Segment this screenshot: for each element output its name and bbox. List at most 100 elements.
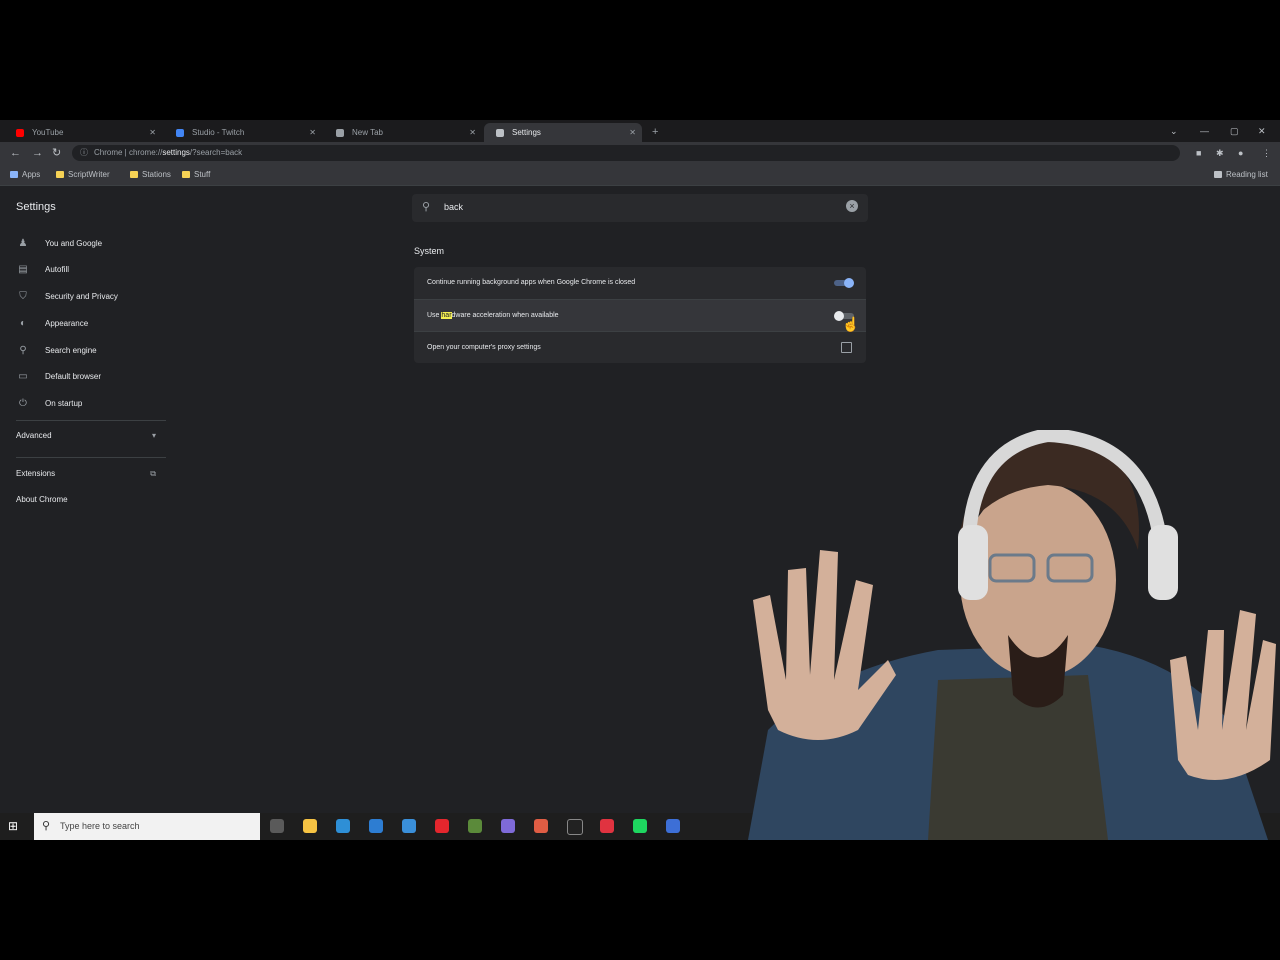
tab-title: YouTube <box>32 128 64 137</box>
reading-list-icon <box>1214 171 1222 178</box>
bookmark-label: Reading list <box>1226 170 1268 179</box>
address-suffix: /?search=back <box>189 148 243 157</box>
back-arrow-icon[interactable]: ← <box>10 145 21 161</box>
sidebar-item-default-browser[interactable]: ▭ Default browser <box>16 368 166 386</box>
external-link-icon: ⧉ <box>150 469 156 478</box>
chevron-down-icon: ▾ <box>151 431 156 440</box>
bookmark-label: Stuff <box>194 170 211 179</box>
close-icon[interactable]: ✕ <box>309 123 316 142</box>
mouse-cursor: ☝ <box>842 316 860 332</box>
address-bar[interactable]: ⓘ Chrome | chrome://settings/?search=bac… <box>72 145 1180 161</box>
file-explorer-icon[interactable] <box>303 819 317 833</box>
tab-twitch[interactable]: Studio - Twitch ✕ <box>164 123 322 142</box>
webcam-overlay <box>748 430 1276 840</box>
minimize-icon[interactable]: — <box>1200 123 1209 139</box>
sidebar-extensions[interactable]: Extensions ⧉ <box>16 466 162 482</box>
spotify-icon[interactable] <box>633 819 647 833</box>
close-icon[interactable]: ✕ <box>469 123 476 142</box>
windows-start-icon[interactable]: ⊞ <box>8 819 18 833</box>
background-apps-toggle[interactable] <box>834 278 854 288</box>
bookmark-scriptwriter[interactable]: ScriptWriter <box>56 167 110 182</box>
reload-icon[interactable]: ↻ <box>52 145 61 161</box>
sidebar-item-search-engine[interactable]: ⚲ Search engine <box>16 342 166 360</box>
minecraft-icon[interactable] <box>468 819 482 833</box>
opera-icon[interactable] <box>435 819 449 833</box>
maximize-icon[interactable]: ▢ <box>1230 123 1239 139</box>
chrome-icon[interactable] <box>534 819 548 833</box>
apps-grid-icon <box>10 171 18 178</box>
setting-label-text: Continue running background apps when Go… <box>427 279 636 286</box>
sidebar-item-label: Extensions <box>16 469 56 478</box>
profile-avatar[interactable]: ● <box>1238 146 1243 160</box>
tab-new[interactable]: New Tab ✕ <box>324 123 482 142</box>
bookmark-stuff[interactable]: Stuff <box>182 167 210 182</box>
tab-title: Settings <box>512 128 541 137</box>
sidebar-item-autofill[interactable]: ▤ Autofill <box>16 261 166 279</box>
power-icon: ⏻ <box>19 398 27 409</box>
bookmark-apps[interactable]: Apps <box>10 167 40 182</box>
app-icon[interactable] <box>501 819 515 833</box>
site-info-icon[interactable]: ⓘ <box>80 145 88 161</box>
section-title: System <box>414 246 445 256</box>
external-link-icon[interactable] <box>841 342 852 353</box>
red-app-icon[interactable] <box>600 819 614 833</box>
reading-list-button[interactable]: Reading list <box>1214 167 1268 182</box>
sidebar-advanced[interactable]: Advanced ▾ <box>16 428 162 444</box>
sidebar-item-you-and-google[interactable]: ♟ You and Google <box>16 235 166 253</box>
tab-search-icon[interactable]: ⌄ <box>1170 123 1178 139</box>
address-path: settings <box>162 148 190 157</box>
terminal-icon[interactable] <box>567 819 583 835</box>
tab-youtube[interactable]: YouTube ✕ <box>4 123 162 142</box>
menu-kebab-icon[interactable]: ⋮ <box>1262 146 1271 160</box>
browser-icon: ▭ <box>18 371 28 382</box>
sidebar-item-label: Appearance <box>45 319 89 328</box>
setting-label: Continue running background apps when Go… <box>427 279 635 286</box>
autofill-icon: ▤ <box>18 264 28 275</box>
folder-icon <box>56 171 64 178</box>
search-placeholder: Type here to search <box>60 821 140 831</box>
close-icon[interactable]: ✕ <box>149 123 156 142</box>
toggle-knob <box>844 278 854 288</box>
setting-label: Use hardware acceleration when available <box>427 312 559 319</box>
sidebar-item-label: Autofill <box>45 265 70 274</box>
close-icon[interactable]: ✕ <box>629 123 636 142</box>
sidebar-item-label: About Chrome <box>16 495 68 504</box>
store-icon[interactable] <box>369 819 383 833</box>
setting-row-hardware-acceleration[interactable]: Use hardware acceleration when available <box>414 299 866 332</box>
sidebar-divider <box>16 420 166 421</box>
sidebar-item-on-startup[interactable]: ⏻ On startup <box>16 395 166 413</box>
forward-arrow-icon[interactable]: → <box>32 145 43 161</box>
sidebar-item-label: Security and Privacy <box>45 292 118 301</box>
sidebar-about-chrome[interactable]: About Chrome <box>16 492 162 508</box>
bookmark-label: Stations <box>142 170 171 179</box>
bookmarks-bar: Apps ScriptWriter Stations Stuff Reading… <box>0 164 1280 186</box>
tab-title: Studio - Twitch <box>192 128 245 137</box>
sidebar-item-label: Advanced <box>16 431 52 440</box>
bookmark-stations[interactable]: Stations <box>130 167 171 182</box>
tab-strip: YouTube ✕ Studio - Twitch ✕ New Tab ✕ Se… <box>0 120 1280 142</box>
search-icon: ⚲ <box>19 345 27 356</box>
tab-title: New Tab <box>352 128 383 137</box>
settings-search-input[interactable]: ⚲ back × <box>412 194 868 222</box>
puzzle-icon[interactable]: ✱ <box>1216 146 1224 160</box>
edge-icon[interactable] <box>336 819 350 833</box>
new-tab-button[interactable]: + <box>652 123 658 142</box>
clear-search-icon[interactable]: × <box>846 200 858 212</box>
headset-app-icon[interactable] <box>666 819 680 833</box>
sidebar-divider <box>16 457 166 458</box>
task-view-icon[interactable] <box>270 819 284 833</box>
browser-toolbar: ← → ↻ ⓘ Chrome | chrome://settings/?sear… <box>0 142 1280 164</box>
person-icon: ♟ <box>18 238 28 249</box>
extension-icon[interactable]: ■ <box>1196 146 1201 160</box>
sidebar-item-label: Default browser <box>45 372 102 381</box>
setting-row-background-apps[interactable]: Continue running background apps when Go… <box>414 267 866 299</box>
sidebar-item-security[interactable]: ⛉ Security and Privacy <box>16 288 166 306</box>
taskbar-search-input[interactable]: ⚲ Type here to search <box>34 813 260 840</box>
sidebar-item-appearance[interactable]: ◐ Appearance <box>16 315 166 333</box>
mail-icon[interactable] <box>402 819 416 833</box>
setting-row-proxy[interactable]: Open your computer's proxy settings <box>414 331 866 364</box>
headphone-right-cup <box>1148 525 1178 600</box>
address-prefix: Chrome | chrome:// <box>94 148 163 157</box>
tab-settings[interactable]: Settings ✕ <box>484 123 642 142</box>
window-close-icon[interactable]: ✕ <box>1258 123 1266 139</box>
